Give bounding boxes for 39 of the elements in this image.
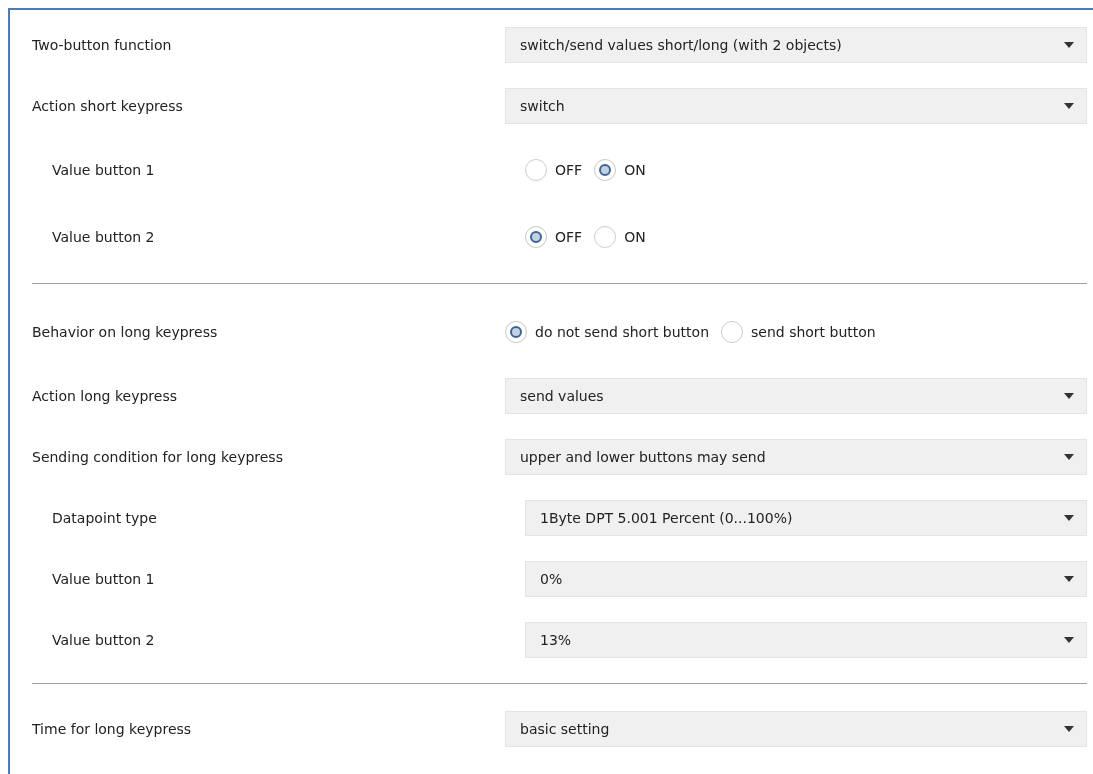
- setting-label: Action long keypress: [32, 387, 178, 404]
- dropdown[interactable]: basic setting: [505, 710, 1087, 747]
- setting-label: Value button 1: [51, 161, 156, 178]
- caret-icon: [1064, 392, 1074, 399]
- caret-icon: [1064, 102, 1074, 109]
- setting-label: Datapoint type: [51, 509, 158, 526]
- radio-option[interactable]: OFF: [525, 158, 583, 181]
- radio-option[interactable]: send short button: [721, 320, 876, 343]
- setting-label: Value button 1: [51, 570, 156, 587]
- dropdown[interactable]: 1Byte DPT 5.001 Percent (0...100%): [525, 499, 1087, 536]
- dropdown[interactable]: send values: [505, 377, 1087, 414]
- setting-label: Time for long keypress: [32, 720, 193, 737]
- caret-icon: [1064, 575, 1074, 582]
- dropdown[interactable]: 13%: [525, 621, 1087, 658]
- radio-button[interactable]: [505, 320, 527, 343]
- caret-icon: [1064, 453, 1074, 460]
- radio-option[interactable]: ON: [594, 158, 646, 181]
- setting-label: Behavior on long keypress: [32, 323, 219, 340]
- setting-label: Value button 2: [51, 228, 156, 245]
- radio-option[interactable]: OFF: [525, 225, 583, 248]
- caret-icon: [1064, 636, 1074, 643]
- caret-icon: [1064, 41, 1074, 48]
- dropdown[interactable]: 0%: [525, 560, 1087, 597]
- dropdown[interactable]: switch/send values short/long (with 2 objects): [505, 26, 1087, 63]
- radio-button[interactable]: [525, 225, 547, 248]
- radio-button[interactable]: [594, 225, 617, 248]
- setting-label: Sending condition for long keypress: [32, 448, 284, 465]
- radio-button[interactable]: [525, 158, 547, 181]
- radio-option[interactable]: do not send short button: [505, 320, 709, 343]
- radio-button[interactable]: [721, 320, 743, 343]
- setting-label: Action short keypress: [32, 97, 184, 114]
- dropdown[interactable]: switch: [505, 87, 1087, 124]
- radio-option[interactable]: ON: [594, 225, 646, 248]
- setting-label: Two-button function: [32, 36, 173, 53]
- caret-icon: [1064, 725, 1074, 732]
- radio-button[interactable]: [594, 158, 617, 181]
- setting-label: Value button 2: [51, 631, 156, 648]
- caret-icon: [1064, 514, 1074, 521]
- dropdown[interactable]: upper and lower buttons may send: [505, 438, 1087, 475]
